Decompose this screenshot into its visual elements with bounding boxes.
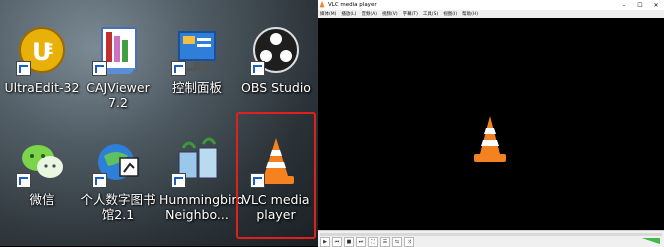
desktop-icon-label: OBS Studio xyxy=(241,80,311,95)
desktop-icon-label: UltraEdit-32 xyxy=(4,80,80,95)
shortcut-arrow-icon xyxy=(171,61,186,76)
video-area[interactable] xyxy=(318,18,664,230)
shortcut-arrow-icon xyxy=(92,61,107,76)
cajviewer-icon xyxy=(90,22,146,78)
close-button[interactable]: ✕ xyxy=(648,2,664,9)
desktop-icon-control-panel[interactable]: 控制面板 xyxy=(159,22,235,95)
desktop-icon-wechat[interactable]: 微信 xyxy=(4,134,80,207)
obs-studio-icon xyxy=(248,22,304,78)
vlc-title-icon xyxy=(319,1,325,8)
menu-video[interactable]: 视频(V) xyxy=(382,11,398,17)
desktop: U E UltraEdit-32 CAJViewer 7.2 控制面板 OBS … xyxy=(0,0,318,246)
shortcut-arrow-icon xyxy=(16,61,31,76)
vlc-menubar: 媒体(M) 播放(L) 音频(A) 视频(V) 字幕(T) 工具(S) 视图(I… xyxy=(318,10,664,18)
hummingbird-neighborhood-icon xyxy=(169,134,225,190)
menu-audio[interactable]: 音频(A) xyxy=(361,11,377,17)
shortcut-arrow-icon xyxy=(92,173,107,188)
window-title: VLC media player xyxy=(328,2,377,8)
desktop-icon-digital-library[interactable]: 个人数字图书馆2.1 xyxy=(80,134,156,222)
menu-subtitle[interactable]: 字幕(T) xyxy=(403,11,418,17)
desktop-icon-label: 个人数字图书馆2.1 xyxy=(80,192,156,222)
menu-tools[interactable]: 工具(S) xyxy=(423,11,438,17)
shortcut-arrow-icon xyxy=(250,61,265,76)
desktop-icon-label: 微信 xyxy=(29,192,55,207)
desktop-icon-cajviewer[interactable]: CAJViewer 7.2 xyxy=(80,22,156,110)
vlc-titlebar: VLC media player – ☐ ✕ xyxy=(318,0,664,10)
desktop-icon-ultraedit[interactable]: U E UltraEdit-32 xyxy=(4,22,80,95)
menu-view[interactable]: 视图(I) xyxy=(443,11,457,17)
desktop-icon-label: 控制面板 xyxy=(171,80,222,95)
playback-controls: ▶ ⏮ ■ ⏭ ⛶ ☰ ⇆ ⤨ xyxy=(318,230,664,247)
control-panel-icon xyxy=(169,22,225,78)
desktop-icon-label: CAJViewer 7.2 xyxy=(86,80,150,110)
minimize-button[interactable]: – xyxy=(616,2,632,9)
desktop-icon-hummingbird[interactable]: Hummingbird Neighbo... xyxy=(159,134,245,222)
maximize-button[interactable]: ☐ xyxy=(632,2,648,9)
ultraedit-icon: U E xyxy=(14,22,70,78)
desktop-icon-obs[interactable]: OBS Studio xyxy=(238,22,314,95)
wechat-icon xyxy=(14,134,70,190)
globe-icon xyxy=(90,134,146,190)
menu-media[interactable]: 媒体(M) xyxy=(320,11,336,17)
shortcut-arrow-icon xyxy=(16,173,31,188)
svg-text:E: E xyxy=(44,42,54,58)
menu-help[interactable]: 帮助(H) xyxy=(462,11,478,17)
highlight-box xyxy=(236,112,316,239)
volume-slider[interactable] xyxy=(642,238,660,244)
desktop-icon-label: Hummingbird Neighbo... xyxy=(159,192,245,222)
shortcut-arrow-icon xyxy=(171,173,186,188)
seek-bar[interactable] xyxy=(320,233,662,236)
vlc-cone-icon xyxy=(474,116,506,162)
vlc-window: VLC media player – ☐ ✕ 媒体(M) 播放(L) 音频(A)… xyxy=(318,0,664,247)
menu-playback[interactable]: 播放(L) xyxy=(341,11,356,17)
